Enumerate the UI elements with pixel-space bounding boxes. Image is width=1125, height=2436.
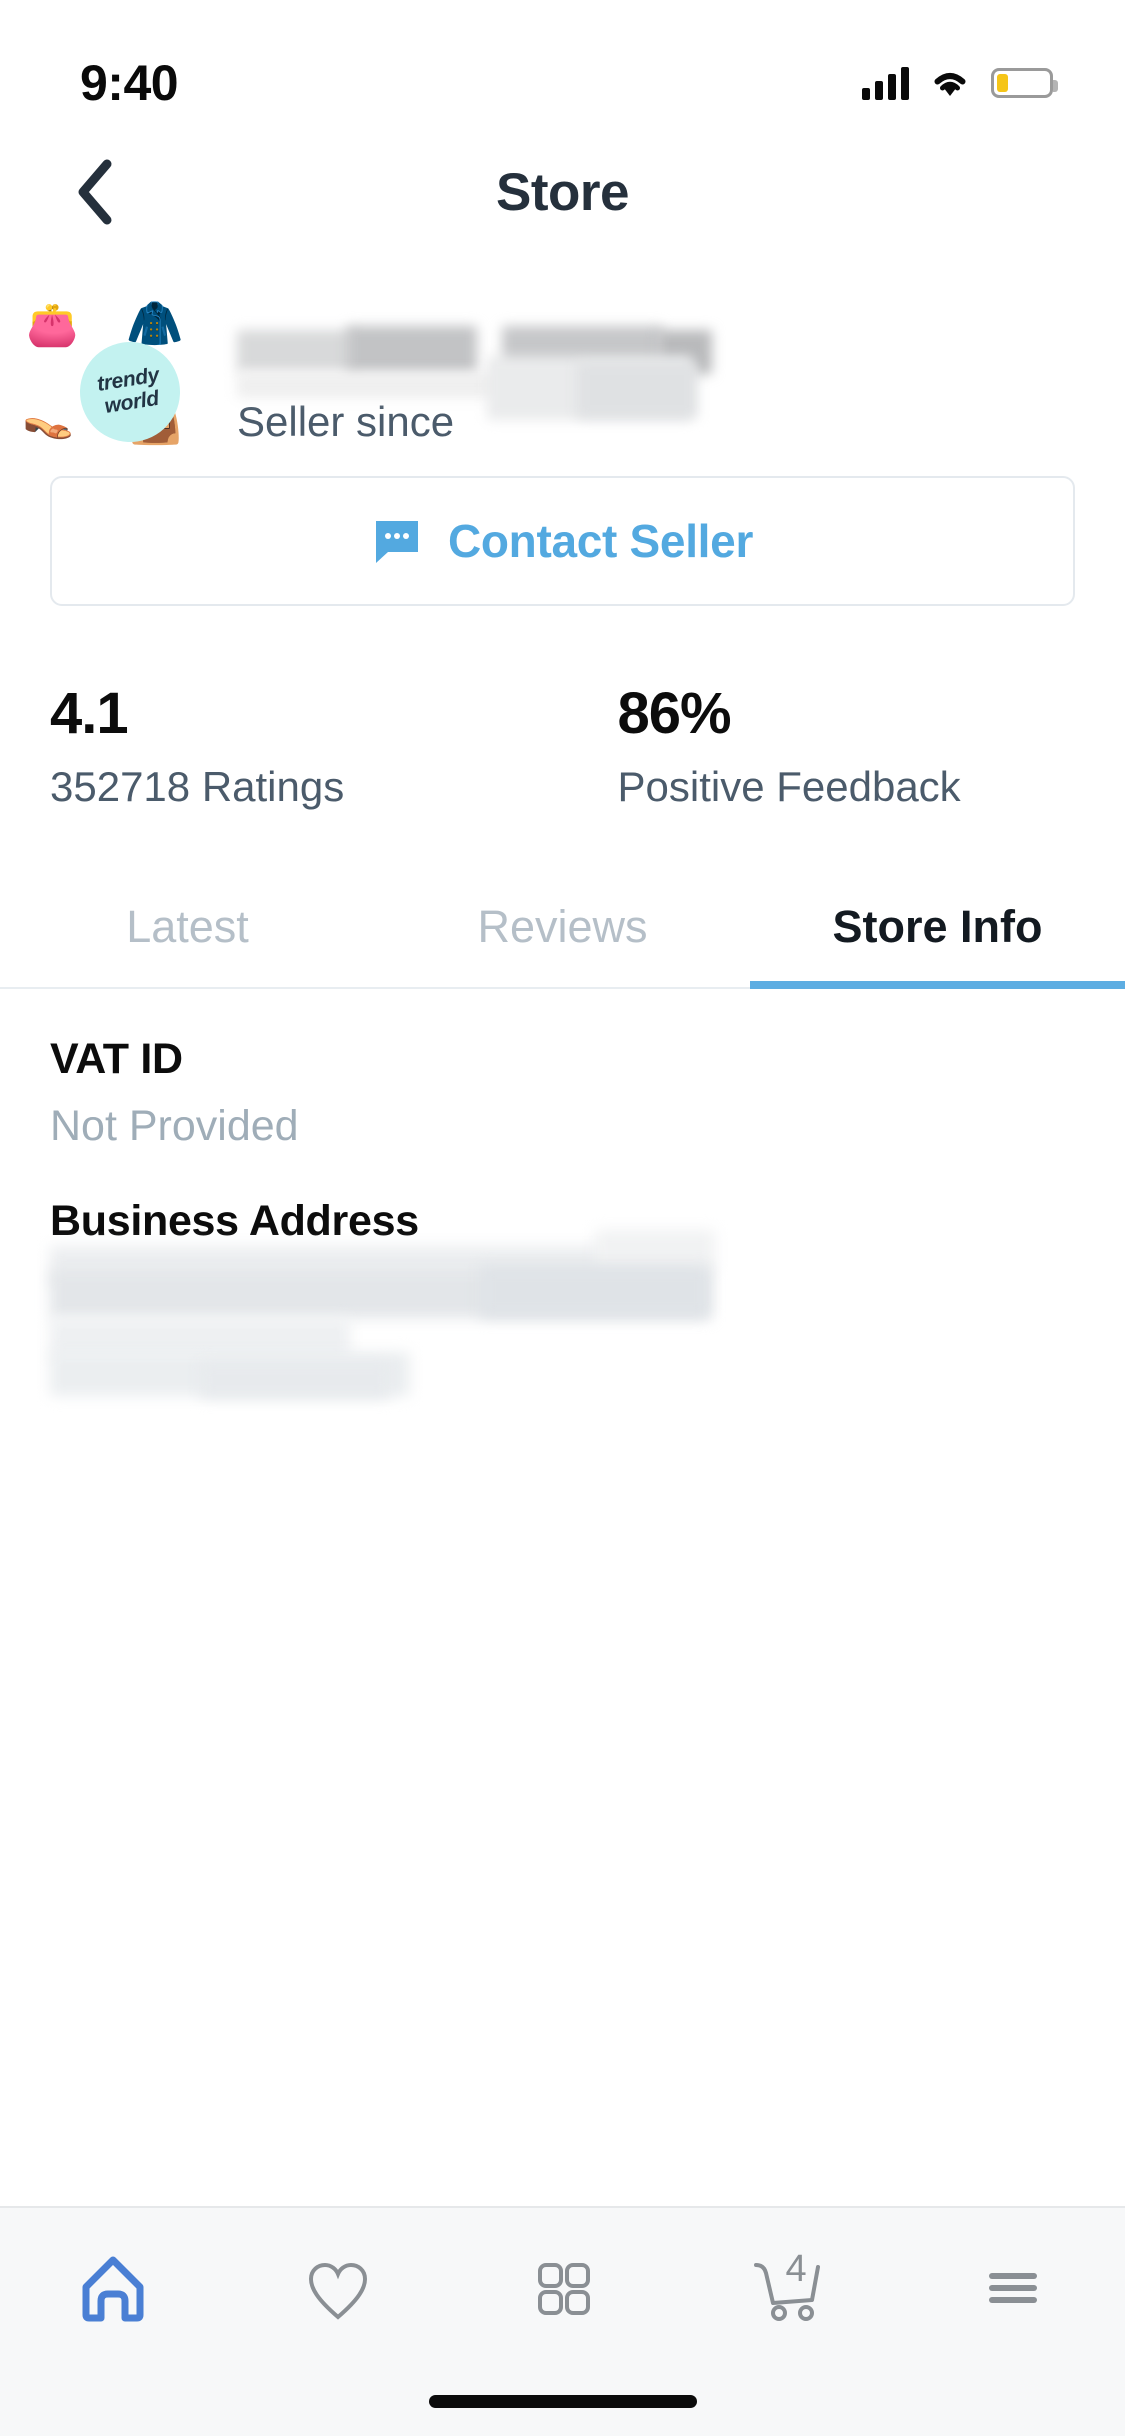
status-bar: 9:40	[0, 0, 1125, 132]
store-avatar[interactable]: 👛 🧥 👡 👜 trendy world	[22, 300, 237, 460]
redaction-block	[480, 1266, 710, 1318]
home-indicator	[428, 2395, 697, 2408]
seller-meta: Seller since	[237, 300, 1075, 446]
feedback-stat: 86% Positive Feedback	[563, 680, 1125, 811]
status-time: 9:40	[80, 55, 179, 111]
rating-count-label: 352718 Ratings	[50, 763, 345, 810]
battery-fill	[997, 74, 1008, 92]
battery-low-icon	[991, 68, 1058, 98]
store-info-panel: VAT ID Not Provided Business Address	[0, 989, 1125, 1412]
status-indicators	[862, 66, 1058, 100]
business-address-block: Business Address	[50, 1197, 1075, 1412]
rating-value: 4.1	[50, 681, 129, 746]
tab-store-info[interactable]: Store Info	[750, 873, 1125, 989]
seller-summary: 👛 🧥 👡 👜 trendy world Seller since	[0, 252, 1125, 450]
bottom-navigation-bar: 4	[0, 2206, 1125, 2436]
grid-icon	[537, 2263, 590, 2315]
shoes-icon: 👡	[22, 393, 75, 440]
earrings-icon: 👛	[26, 301, 79, 348]
denim-jacket-icon: 🧥	[126, 297, 184, 349]
tab-reviews[interactable]: Reviews	[375, 873, 750, 987]
nav-header: Store	[0, 132, 1125, 252]
vat-id-block: VAT ID Not Provided	[50, 1035, 1075, 1151]
bottom-nav-menu[interactable]	[900, 2208, 1125, 2368]
vat-id-heading: VAT ID	[50, 1035, 183, 1083]
wifi-icon	[934, 73, 966, 96]
store-stats: 4.1 352718 Ratings 86% Positive Feedback	[0, 606, 1125, 811]
bottom-nav-categories[interactable]	[450, 2208, 675, 2368]
redaction-block	[237, 330, 357, 372]
home-icon	[82, 2256, 143, 2322]
tab-latest[interactable]: Latest	[0, 873, 375, 987]
contact-seller-label: Contact Seller	[447, 515, 754, 567]
store-tabs: Latest Reviews Store Info	[0, 873, 1125, 989]
feedback-label: Positive Feedback	[617, 763, 961, 810]
bottom-nav-wishlist[interactable]	[225, 2208, 450, 2368]
feedback-value: 86%	[617, 681, 732, 746]
back-button[interactable]	[50, 147, 140, 237]
signal-bars-icon	[862, 66, 909, 100]
business-address-heading: Business Address	[50, 1197, 419, 1245]
bottom-nav-home[interactable]	[0, 2208, 225, 2368]
contact-seller-section: Contact Seller	[0, 442, 1125, 606]
business-address-redacted	[50, 1230, 1075, 1412]
contact-seller-button[interactable]: Contact Seller	[50, 476, 1075, 606]
page-title: Store	[496, 162, 629, 222]
bottom-nav-items: 4	[0, 2208, 1125, 2368]
redaction-block	[200, 1362, 390, 1398]
cart-item-count: 4	[785, 2248, 807, 2290]
redaction-block	[577, 362, 697, 418]
bottom-nav-cart[interactable]: 4	[675, 2208, 900, 2368]
chat-bubble-icon	[375, 521, 418, 563]
chevron-left-icon	[78, 159, 112, 225]
vat-id-value: Not Provided	[50, 1102, 299, 1150]
heart-icon	[308, 2262, 367, 2320]
hamburger-menu-icon	[988, 2273, 1037, 2303]
rating-stat: 4.1 352718 Ratings	[0, 680, 563, 811]
redaction-block	[347, 326, 477, 374]
